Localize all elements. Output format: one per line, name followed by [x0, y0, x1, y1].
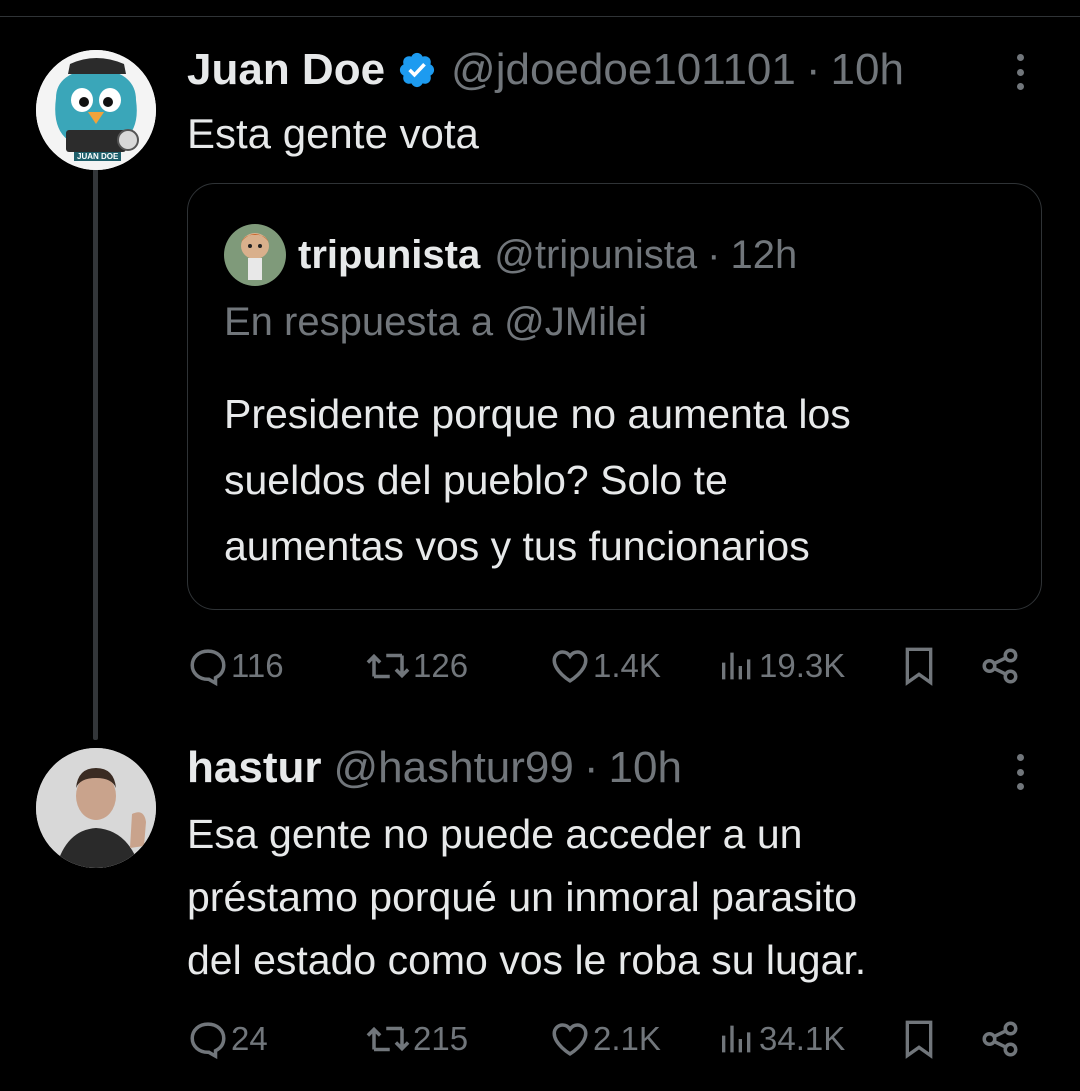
views-icon: [722, 652, 751, 680]
more-icon[interactable]: [1008, 754, 1032, 790]
reply-count: 24: [231, 1020, 268, 1057]
separator: ·: [805, 45, 821, 94]
views-button[interactable]: 19.3K: [717, 641, 845, 691]
person-avatar-image: [36, 748, 156, 868]
like-count: 2.1K: [593, 1020, 661, 1057]
reply-count: 116: [231, 647, 284, 684]
repost-count: 126: [413, 647, 469, 684]
top-divider: [0, 16, 1080, 17]
reply-icon: [190, 1022, 226, 1060]
reply-button[interactable]: 24: [187, 1014, 268, 1064]
verified-badge-icon: [397, 50, 437, 90]
thread-connector-line: [93, 168, 98, 740]
quote-avatar: [224, 224, 286, 286]
quote-time: 12h: [730, 232, 798, 277]
repost-count: 215: [413, 1020, 469, 1057]
quote-reply-to[interactable]: En respuesta a @JMilei: [224, 292, 647, 352]
separator: ·: [583, 743, 599, 792]
author-name[interactable]: Juan Doe: [187, 45, 385, 95]
views-count: 19.3K: [759, 647, 846, 684]
share-button[interactable]: [979, 1014, 1021, 1064]
avatar[interactable]: JUAN DOE: [36, 50, 156, 170]
quote-text: Presidente porque no aumenta los sueldos…: [224, 391, 851, 569]
quoted-tweet-card[interactable]: tripunista @tripunista · 12h En respuest…: [187, 183, 1042, 610]
tweet-actions: 24 215 2.1K 34.1K: [187, 1014, 1027, 1064]
quote-header: tripunista @tripunista · 12h: [298, 224, 797, 286]
tweet-time[interactable]: 10h: [831, 45, 904, 95]
share-button[interactable]: [979, 641, 1021, 691]
bookmark-button[interactable]: [899, 1014, 939, 1064]
like-button[interactable]: 2.1K: [549, 1014, 661, 1064]
tweet-text: Esa gente no puede acceder a un préstamo…: [187, 811, 867, 983]
bookmark-icon: [905, 647, 933, 686]
cartoon-avatar-image: [224, 224, 286, 286]
avatar-badge-text: JUAN DOE: [74, 152, 122, 161]
quote-author-handle[interactable]: @tripunista: [494, 233, 697, 278]
bookmark-button[interactable]: [899, 641, 939, 691]
like-icon: [552, 650, 588, 683]
tweet-text: Esta gente vota: [187, 110, 479, 157]
author-handle[interactable]: @jdoedoe101101: [451, 45, 796, 95]
like-count: 1.4K: [593, 647, 661, 684]
tweet-header: Juan Doe @jdoedoe101101 · 10h: [187, 45, 904, 95]
repost-icon: [366, 653, 410, 679]
tweet-time[interactable]: 10h: [609, 743, 682, 793]
separator: ·: [707, 232, 721, 277]
views-button[interactable]: 34.1K: [717, 1014, 845, 1064]
share-icon: [982, 1021, 1018, 1057]
repost-button[interactable]: 215: [365, 1014, 468, 1064]
tweet-actions: 116 126 1.4K 19.3K: [187, 641, 1027, 691]
avatar[interactable]: [36, 748, 156, 868]
views-icon: [722, 1025, 751, 1053]
repost-button[interactable]: 126: [365, 641, 468, 691]
more-icon[interactable]: [1008, 54, 1032, 90]
like-button[interactable]: 1.4K: [549, 641, 661, 691]
reply-icon: [190, 649, 226, 687]
reply-button[interactable]: 116: [187, 641, 284, 691]
author-name[interactable]: hastur: [187, 743, 321, 793]
views-count: 34.1K: [759, 1020, 846, 1057]
tweet-header: hastur @hashtur99 · 10h: [187, 743, 682, 793]
author-handle[interactable]: @hashtur99: [333, 743, 573, 793]
share-icon: [982, 648, 1018, 684]
quote-author-name[interactable]: tripunista: [298, 233, 480, 278]
repost-icon: [366, 1026, 410, 1052]
bookmark-icon: [905, 1020, 933, 1059]
like-icon: [552, 1023, 588, 1056]
